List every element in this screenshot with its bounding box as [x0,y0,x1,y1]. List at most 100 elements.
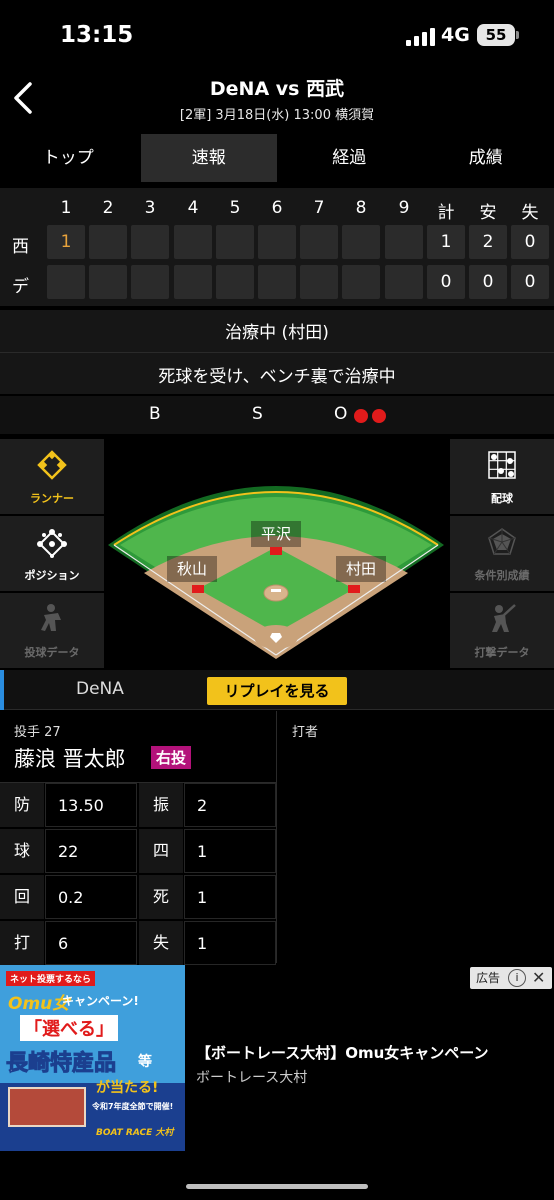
ad-banner[interactable]: ネット投票するなら Omu女 キャンペーン! 「選べる」 長崎特産品 等 が当た… [0,965,554,1151]
batting-data-label: 打撃データ [474,646,530,659]
baseball-field [108,486,444,659]
throwing-hand-badge: 右投 [151,746,192,769]
inning-score [131,225,169,259]
team-accent [0,670,4,710]
battery-icon: 55 [477,24,515,46]
divider [0,352,554,353]
game-info: [2軍] 3月18日(水) 13:00 横須賀 [179,108,375,123]
close-icon[interactable]: ✕ [532,967,545,989]
batting-data-button[interactable]: 打撃データ [450,593,554,668]
ad-image-tag: ネット投票するなら [6,971,96,986]
ad-title[interactable]: 【ボートレース大村】Omu女キャンペーン [196,1042,489,1063]
inning-header: 1 [60,198,72,218]
out-indicator [372,409,386,423]
position-view-button[interactable]: ポジション [0,516,104,591]
status-time: 13:15 [60,22,134,48]
runner-third: 秋山 [167,556,217,582]
pitching-data-button[interactable]: 投球データ [0,593,104,668]
stat-label: 死 [139,875,183,919]
total-hits: 2 [469,225,507,259]
matchup-panel: 投手 27 藤浪 晋太郎 右投 打者 防 13.50 振 2 球 22 四 1 … [0,711,554,965]
tab-live[interactable]: 速報 [140,134,277,182]
pitch-chart-button[interactable]: 配球 [450,439,554,514]
ad-image-choose: 「選べる」 [20,1015,118,1041]
total-runs-header: 計 [437,203,455,223]
pitching-data-label: 投球データ [24,646,80,659]
inning-header: 8 [355,198,367,218]
balls-label: B [149,404,161,424]
team-row: DeNA リプレイを見る [0,670,554,710]
stat-value: 6 [45,921,137,965]
tab-stats[interactable]: 成績 [418,134,554,182]
split-stats-button[interactable]: 条件別成績 [450,516,554,591]
position-icon [37,529,67,558]
outs-label: O [334,404,348,424]
tab-top[interactable]: トップ [0,134,137,182]
play-status: 治療中 (村田) 死球を受け、ベンチ裏で治療中 [0,310,554,394]
ad-image-footer: BOAT RACE 大村 [96,1128,174,1138]
inning-header: 4 [187,198,199,218]
ad-image-notice: 令和7年度全節で開催! [92,1102,174,1111]
battery-tip [516,31,519,39]
ad-label: 広告 [476,971,501,985]
inning-score [174,265,212,299]
replay-button[interactable]: リプレイを見る [207,677,347,705]
stat-value: 13.50 [45,783,137,827]
network-label: 4G [441,24,470,46]
inning-header: 2 [102,198,114,218]
inning-score [89,265,127,299]
runner-view-button[interactable]: ランナー [0,439,104,514]
ad-image[interactable]: ネット投票するなら Omu女 キャンペーン! 「選べる」 長崎特産品 等 が当た… [0,965,185,1151]
inning-score [89,225,127,259]
stat-label: 球 [0,829,44,873]
inning-score [131,265,169,299]
info-icon[interactable]: i [508,969,526,987]
fielding-team: DeNA [76,679,124,699]
runner-first: 村田 [336,556,386,582]
total-errors: 0 [511,225,549,259]
stat-label: 振 [139,783,183,827]
inning-score [300,225,338,259]
total-hits-header: 安 [479,203,497,223]
team-abbr-away: 西 [12,237,29,257]
inning-score [216,225,254,259]
field-area: ランナー ポジション 投球データ 配球 条件別成績 打撃データ 平沢 秋山 村田 [0,437,554,668]
stat-label: 打 [0,921,44,965]
stat-label: 防 [0,783,44,827]
inning-score [342,265,380,299]
strikes-label: S [252,404,263,424]
stat-value: 1 [184,921,276,965]
ad-image-product: 長崎特産品 [5,1051,117,1077]
runner-view-label: ランナー [30,492,74,505]
inning-score [47,265,85,299]
total-errors-header: 失 [521,203,539,223]
radar-icon [488,528,516,555]
position-view-label: ポジション [24,569,80,582]
split-stats-label: 条件別成績 [474,569,530,582]
stat-value: 22 [45,829,137,873]
inning-score: 1 [47,225,85,259]
stat-value: 1 [184,875,276,919]
play-status-description: 死球を受け、ベンチ裏で治療中 [158,367,396,387]
total-runs: 1 [427,225,465,259]
runner-second: 平沢 [251,521,301,547]
batter-label: 打者 [292,725,319,740]
home-indicator[interactable] [186,1184,368,1189]
pitcher-name[interactable]: 藤浪 晋太郎 [14,743,126,773]
batter-icon [492,604,516,632]
ad-badge[interactable]: 広告 i ✕ [470,967,552,989]
scoreboard: 1 2 3 4 5 6 7 8 9 計 安 失 西 1 1 2 0 デ 0 0 … [0,188,554,306]
out-indicator [354,409,368,423]
total-runs: 0 [427,265,465,299]
ad-image-win: が当たる! [96,1080,159,1096]
signal-icon [406,26,436,46]
status-bar: 13:15 4G 55 [0,0,554,70]
stat-value: 1 [184,829,276,873]
inning-score [258,265,296,299]
page-title: DeNA vs 西武 [209,78,345,100]
ad-image-beef [8,1087,86,1127]
inning-header: 6 [271,198,283,218]
tab-progress[interactable]: 経過 [281,134,418,182]
pitch-grid-icon [488,451,516,479]
pitcher-number: 投手 27 [14,725,61,740]
